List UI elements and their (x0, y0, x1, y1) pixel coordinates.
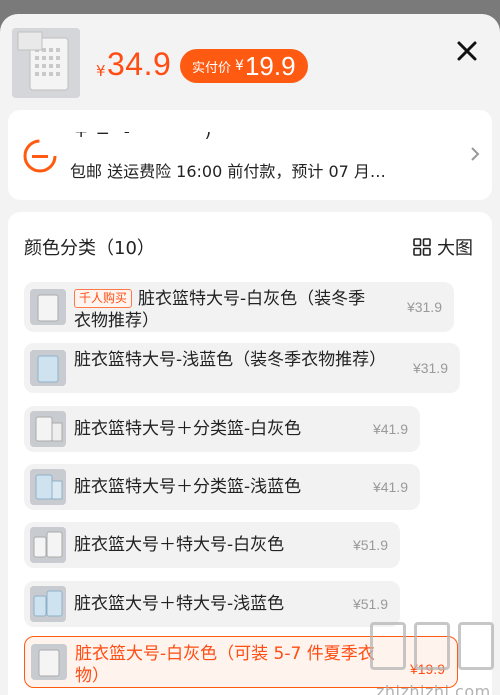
final-price-label: 实付价 (192, 60, 232, 76)
popular-tag: 千人购买 (74, 289, 133, 308)
big-view-label: 大图 (437, 238, 473, 259)
option-thumbnail (30, 289, 66, 325)
big-view-toggle[interactable]: 大图 (413, 234, 473, 260)
watermark: zhizhizhi.com (360, 612, 500, 695)
sku-sheet: ¥ 34.9 实付价 ¥ 19.9 + = ̄ - ̄ ̄ ̄ ̄ ̄ ̄ ̄ … (0, 14, 500, 695)
option-name: 千人购买 脏衣篮特大号-白灰色（装冬季衣物推荐） (74, 288, 374, 332)
option-name-text: 脏衣篮特大号＋分类篮-白灰色 (74, 419, 302, 439)
option-thumbnail (30, 350, 66, 386)
watermark-text: zhizhizhi.com (376, 682, 491, 695)
options-title: 颜色分类（10） (24, 238, 155, 259)
final-price-badge: 实付价 ¥ 19.9 (180, 49, 308, 83)
delivery-info: 包邮 送运费险 16:00 前付款，预计 07 月… (70, 162, 386, 181)
option-item[interactable]: 脏衣篮特大号＋分类篮-浅蓝色 ¥41.9 (24, 464, 420, 510)
option-price: ¥41.9 (372, 479, 408, 495)
option-item[interactable]: 脏衣篮大号＋特大号-浅蓝色 ¥51.9 (24, 581, 400, 627)
original-price: 34.9 (107, 46, 172, 82)
option-name-text: 脏衣篮大号-白灰色（可装 5-7 件夏季衣物） (75, 644, 375, 686)
price-symbol: ¥ (96, 62, 106, 80)
shipping-address-card[interactable]: + = ̄ - ̄ ̄ ̄ ̄ ̄ ̄ ̄ ̄ ‘”) 包邮 送运费险 16:0… (8, 110, 492, 200)
option-price: ¥31.9 (412, 360, 448, 376)
option-thumbnail (30, 469, 66, 505)
option-thumbnail (30, 586, 66, 622)
option-item[interactable]: 脏衣篮特大号-浅蓝色（装冬季衣物推荐） ¥31.9 (24, 343, 460, 393)
option-name-text: 脏衣篮大号＋特大号-白灰色 (74, 535, 285, 555)
final-price-symbol: ¥ (235, 58, 244, 74)
option-item[interactable]: 千人购买 脏衣篮特大号-白灰色（装冬季衣物推荐） ¥31.9 (24, 282, 454, 332)
sheet-header: ¥ 34.9 实付价 ¥ 19.9 (0, 14, 500, 110)
option-price: ¥31.9 (406, 299, 442, 315)
option-price: ¥41.9 (372, 421, 408, 437)
chevron-right-icon (468, 144, 482, 164)
option-item[interactable]: 脏衣篮大号＋特大号-白灰色 ¥51.9 (24, 522, 400, 568)
option-name-text: 脏衣篮大号＋特大号-浅蓝色 (74, 594, 285, 614)
option-price: ¥51.9 (352, 537, 388, 553)
option-price: ¥51.9 (352, 596, 388, 612)
option-thumbnail (31, 644, 67, 680)
address-line: + = ̄ - ̄ ̄ ̄ ̄ ̄ ̄ ̄ ̄ ‘”) (74, 122, 213, 142)
grid-icon (413, 238, 431, 256)
final-price-value: 19.9 (244, 50, 296, 81)
product-thumbnail[interactable] (12, 28, 80, 98)
option-name-text: 脏衣篮特大号-浅蓝色（装冬季衣物推荐） (74, 350, 387, 370)
option-item[interactable]: 脏衣篮特大号＋分类篮-白灰色 ¥41.9 (24, 406, 420, 452)
option-name-text: 脏衣篮特大号＋分类篮-浅蓝色 (74, 477, 302, 497)
option-thumbnail (30, 527, 66, 563)
location-icon (22, 138, 58, 174)
close-icon[interactable] (452, 36, 482, 66)
option-thumbnail (30, 411, 66, 447)
